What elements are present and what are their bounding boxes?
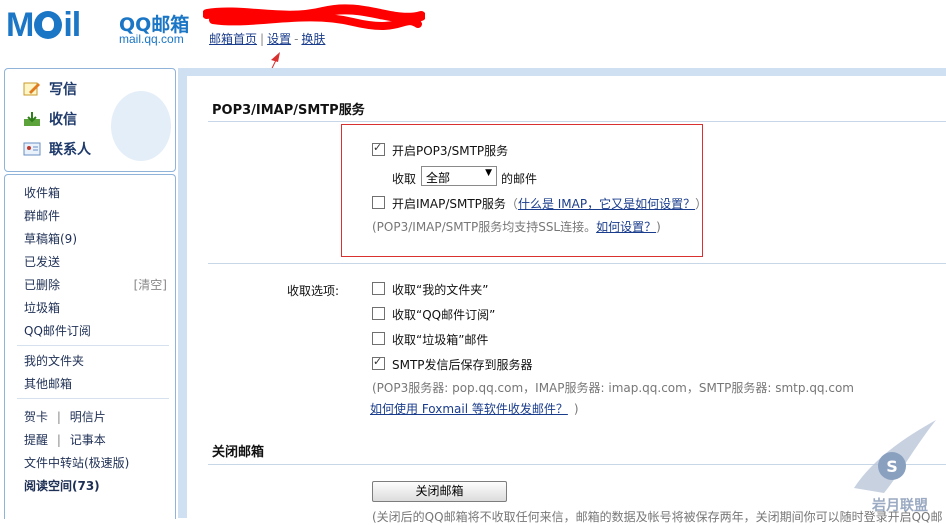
qqmail-logo[interactable]: Mil <box>6 6 81 45</box>
sidebar-item-inbox[interactable]: 收件箱 <box>24 184 60 201</box>
ssl-how-to-link[interactable]: 如何设置？ <box>596 220 656 234</box>
sidebar-tools-row-1: 贺卡 | 明信片 <box>24 408 106 425</box>
inbox-label: 收信 <box>49 112 77 128</box>
sidebar-actions: 写信 收信 联系人 <box>4 68 176 172</box>
ssl-note-text: (POP3/IMAP/SMTP服务均支持SSL连接。 <box>372 220 597 234</box>
sidebar-item-greeting-card[interactable]: 贺卡 <box>24 410 48 424</box>
sidebar-folders: 收件箱 群邮件 草稿箱(9) 已发送 已删除 [清空] 垃圾箱 QQ邮件订阅 我… <box>4 174 176 519</box>
sidebar-item-deleted[interactable]: 已删除 <box>24 276 60 293</box>
ssl-note-close: ) <box>656 220 661 234</box>
sidebar-item-sent[interactable]: 已发送 <box>24 253 60 270</box>
enable-imap-checkbox[interactable] <box>372 196 385 209</box>
top-links: 邮箱首页 | 设置 - 换肤 <box>209 30 325 47</box>
redaction-scribble <box>203 4 425 30</box>
logo-o-icon <box>34 11 63 39</box>
qq-penguin-decoration <box>111 91 171 161</box>
sidebar-tool-separator: | <box>56 410 61 424</box>
paren-close: ） <box>695 197 708 211</box>
clear-trash-button[interactable]: [清空] <box>134 276 167 293</box>
opt-subscriptions-checkbox[interactable] <box>372 307 385 320</box>
site-watermark: S 岩月联盟 <box>854 420 936 514</box>
pop-section-title: POP3/IMAP/SMTP服务 <box>212 103 365 118</box>
close-mailbox-button[interactable]: 关闭邮箱 <box>372 481 507 502</box>
sidebar-item-reading-space[interactable]: 阅读空间(73) <box>24 477 100 494</box>
logo-url-text: mail.qq.com <box>119 32 184 46</box>
receive-prefix-label: 收取 <box>392 172 417 186</box>
receive-options-label: 收取选项: <box>287 284 340 298</box>
top-link-separator: - <box>294 32 299 46</box>
compose-button[interactable]: 写信 <box>23 79 77 99</box>
home-link[interactable]: 邮箱首页 <box>209 32 257 46</box>
foxmail-line: 如何使用 Foxmail 等软件收发邮件？) <box>370 400 579 417</box>
sidebar-tools-row-2: 提醒 | 记事本 <box>24 431 106 448</box>
sidebar-item-reminder[interactable]: 提醒 <box>24 433 48 447</box>
server-addresses-note: (POP3服务器: pop.qq.com，IMAP服务器: imap.qq.co… <box>372 381 854 395</box>
opt-spam-checkbox[interactable] <box>372 332 385 345</box>
paren-open: （ <box>505 197 518 211</box>
top-link-separator: | <box>260 32 265 46</box>
sidebar-divider <box>17 345 169 346</box>
enable-imap-line: 开启IMAP/SMTP服务（什么是 IMAP，它又是如何设置？） <box>392 195 707 212</box>
sidebar-item-notes[interactable]: 记事本 <box>70 433 106 447</box>
foxmail-help-link[interactable]: 如何使用 Foxmail 等软件收发邮件？ <box>370 402 568 416</box>
opt-smtp-save-label: SMTP发信后保存到服务器 <box>392 358 533 372</box>
sidebar-item-my-folders[interactable]: 我的文件夹 <box>24 352 84 369</box>
pencil-icon <box>23 82 40 96</box>
enable-pop-checkbox[interactable] <box>372 141 385 156</box>
ssl-note: (POP3/IMAP/SMTP服务均支持SSL连接。如何设置？) <box>372 218 661 235</box>
contacts-button[interactable]: 联系人 <box>23 139 91 159</box>
section-divider <box>208 121 946 122</box>
enable-imap-label: 开启IMAP/SMTP服务 <box>392 197 506 211</box>
section-divider <box>208 263 946 264</box>
close-mailbox-title: 关闭邮箱 <box>212 445 265 460</box>
sidebar-item-drafts[interactable]: 草稿箱(9) <box>24 230 77 247</box>
settings-link[interactable]: 设置 <box>267 32 291 46</box>
sidebar-divider <box>17 398 169 399</box>
sidebar-tool-separator: | <box>56 433 61 447</box>
sidebar-item-file-transfer[interactable]: 文件中转站(极速版) <box>24 454 129 471</box>
sidebar-item-spam[interactable]: 垃圾箱 <box>24 299 60 316</box>
sidebar-item-other-mailboxes[interactable]: 其他邮箱 <box>24 375 72 392</box>
sidebar-item-subscriptions[interactable]: QQ邮件订阅 <box>24 322 91 339</box>
svg-text:S: S <box>886 457 898 476</box>
what-is-imap-link[interactable]: 什么是 IMAP，它又是如何设置？ <box>518 197 695 211</box>
contacts-icon <box>23 142 41 156</box>
receive-icon <box>24 112 40 126</box>
section-divider <box>208 464 946 465</box>
foxmail-close: ) <box>573 402 579 416</box>
opt-my-folders-label: 收取“我的文件夹” <box>392 283 489 297</box>
receive-scope-value: 全部 <box>426 171 451 185</box>
sidebar-item-group-mail[interactable]: 群邮件 <box>24 207 60 224</box>
watermark-text: 岩月联盟 <box>871 497 928 514</box>
dropdown-arrow-icon: ▼ <box>485 168 492 178</box>
skin-link[interactable]: 换肤 <box>301 32 325 46</box>
receive-scope-select[interactable]: 全部 ▼ <box>421 166 497 186</box>
opt-spam-label: 收取“垃圾箱”邮件 <box>392 333 489 347</box>
receive-suffix-label: 的邮件 <box>501 172 538 186</box>
opt-my-folders-checkbox[interactable] <box>372 282 385 295</box>
contacts-label: 联系人 <box>49 142 91 158</box>
inbox-button[interactable]: 收信 <box>23 109 77 129</box>
enable-pop-label: 开启POP3/SMTP服务 <box>392 144 509 158</box>
opt-smtp-save-checkbox[interactable] <box>372 355 385 370</box>
sidebar-item-postcard[interactable]: 明信片 <box>70 410 106 424</box>
opt-subscriptions-label: 收取“QQ邮件订阅” <box>392 308 496 322</box>
compose-label: 写信 <box>49 82 77 98</box>
